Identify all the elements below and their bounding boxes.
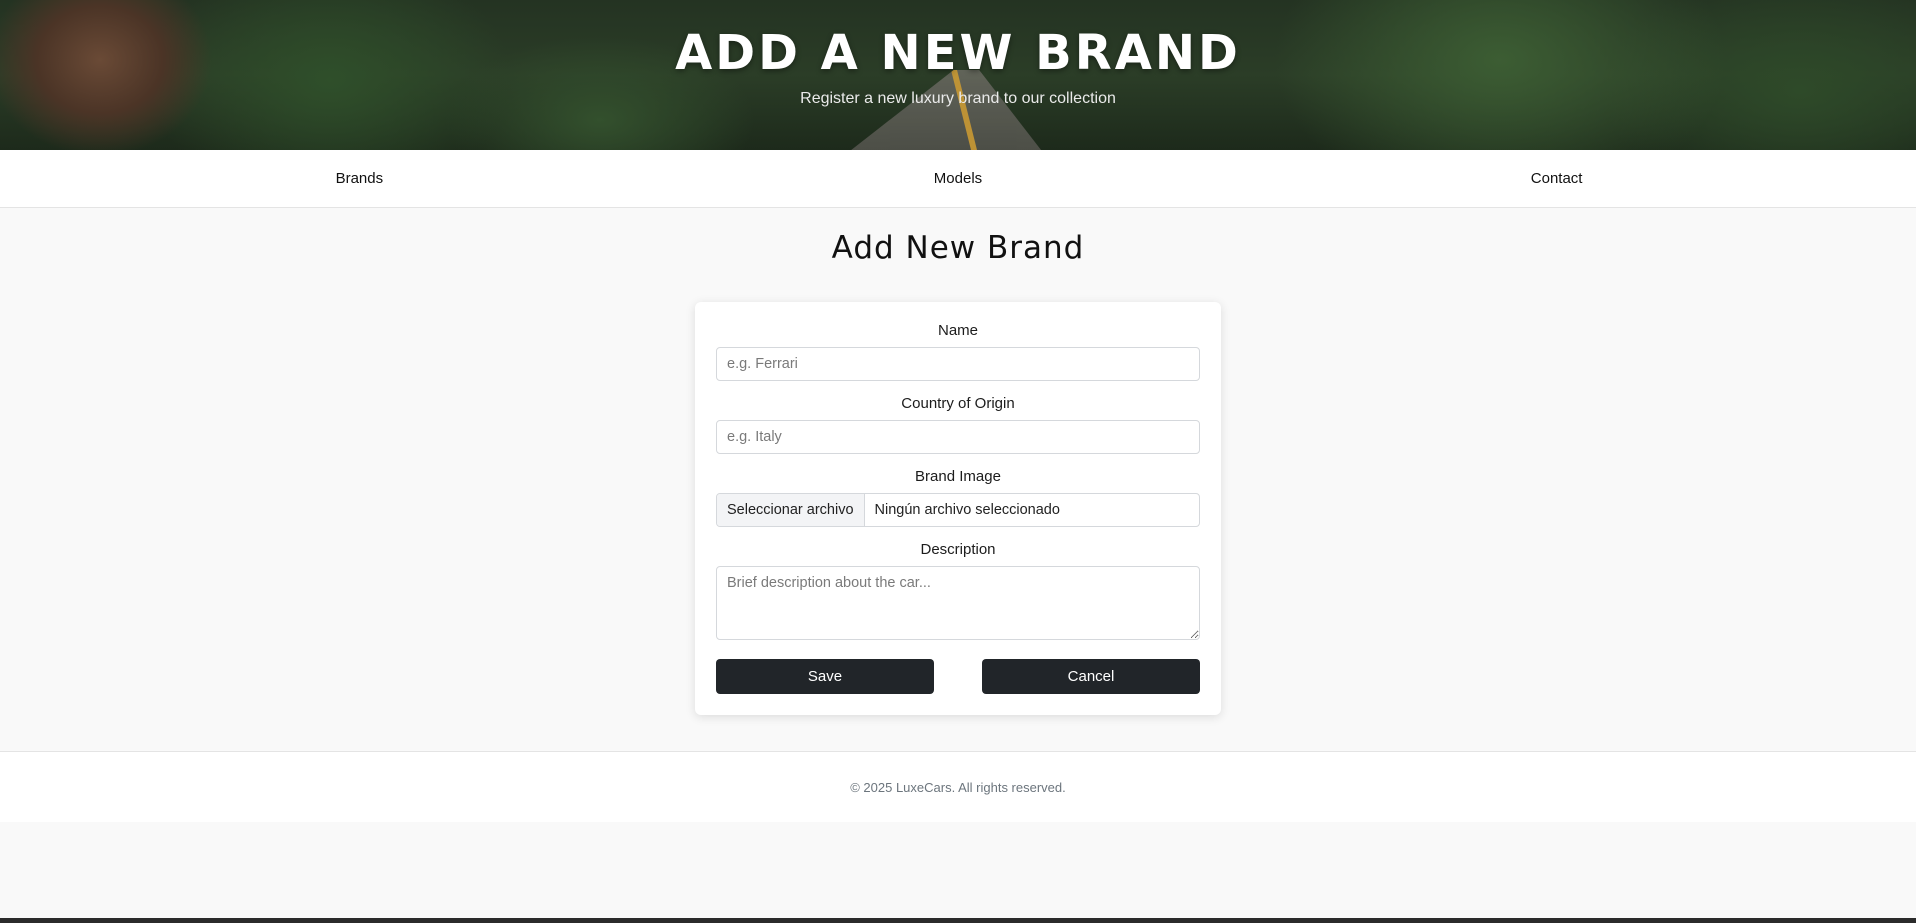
country-label: Country of Origin bbox=[901, 395, 1015, 412]
country-field-group: Country of Origin bbox=[716, 395, 1200, 454]
save-button[interactable]: Save bbox=[716, 659, 934, 694]
nav-link-models[interactable]: Models bbox=[858, 170, 1058, 187]
description-field-group: Description bbox=[716, 541, 1200, 645]
file-status-text: Ningún archivo seleccionado bbox=[874, 502, 1060, 518]
add-brand-form: Name Country of Origin Brand Image Selec… bbox=[695, 302, 1221, 715]
hero-banner: ADD A NEW BRAND Register a new luxury br… bbox=[0, 0, 1916, 150]
name-label: Name bbox=[937, 322, 978, 339]
name-field-group: Name bbox=[716, 322, 1200, 381]
image-field-group: Brand Image Seleccionar archivo Ningún a… bbox=[716, 468, 1200, 527]
page-footer: © 2025 LuxeCars. All rights reserved. bbox=[0, 751, 1916, 822]
description-textarea[interactable] bbox=[716, 566, 1200, 640]
page-title: Add New Brand bbox=[831, 230, 1085, 266]
description-label: Description bbox=[920, 541, 996, 558]
copyright-text: © 2025 LuxeCars. All rights reserved. bbox=[850, 779, 1066, 795]
cancel-button[interactable]: Cancel bbox=[982, 659, 1200, 694]
country-input[interactable] bbox=[716, 420, 1200, 454]
main-nav: Brands Models Contact bbox=[0, 150, 1916, 208]
hero-title: ADD A NEW BRAND bbox=[675, 25, 1241, 81]
name-input[interactable] bbox=[716, 347, 1200, 381]
main-content: Add New Brand Name Country of Origin Bra… bbox=[0, 208, 1916, 751]
nav-link-brands[interactable]: Brands bbox=[259, 170, 459, 187]
brand-image-file-input[interactable]: Seleccionar archivo Ningún archivo selec… bbox=[716, 493, 1200, 527]
brand-image-label: Brand Image bbox=[915, 468, 1001, 485]
hero-subtitle: Register a new luxury brand to our colle… bbox=[800, 90, 1116, 107]
bottom-edge-bar bbox=[0, 918, 1916, 923]
nav-link-contact[interactable]: Contact bbox=[1457, 170, 1657, 187]
form-actions: Save Cancel bbox=[716, 659, 1200, 694]
choose-file-button[interactable]: Seleccionar archivo bbox=[717, 494, 865, 526]
